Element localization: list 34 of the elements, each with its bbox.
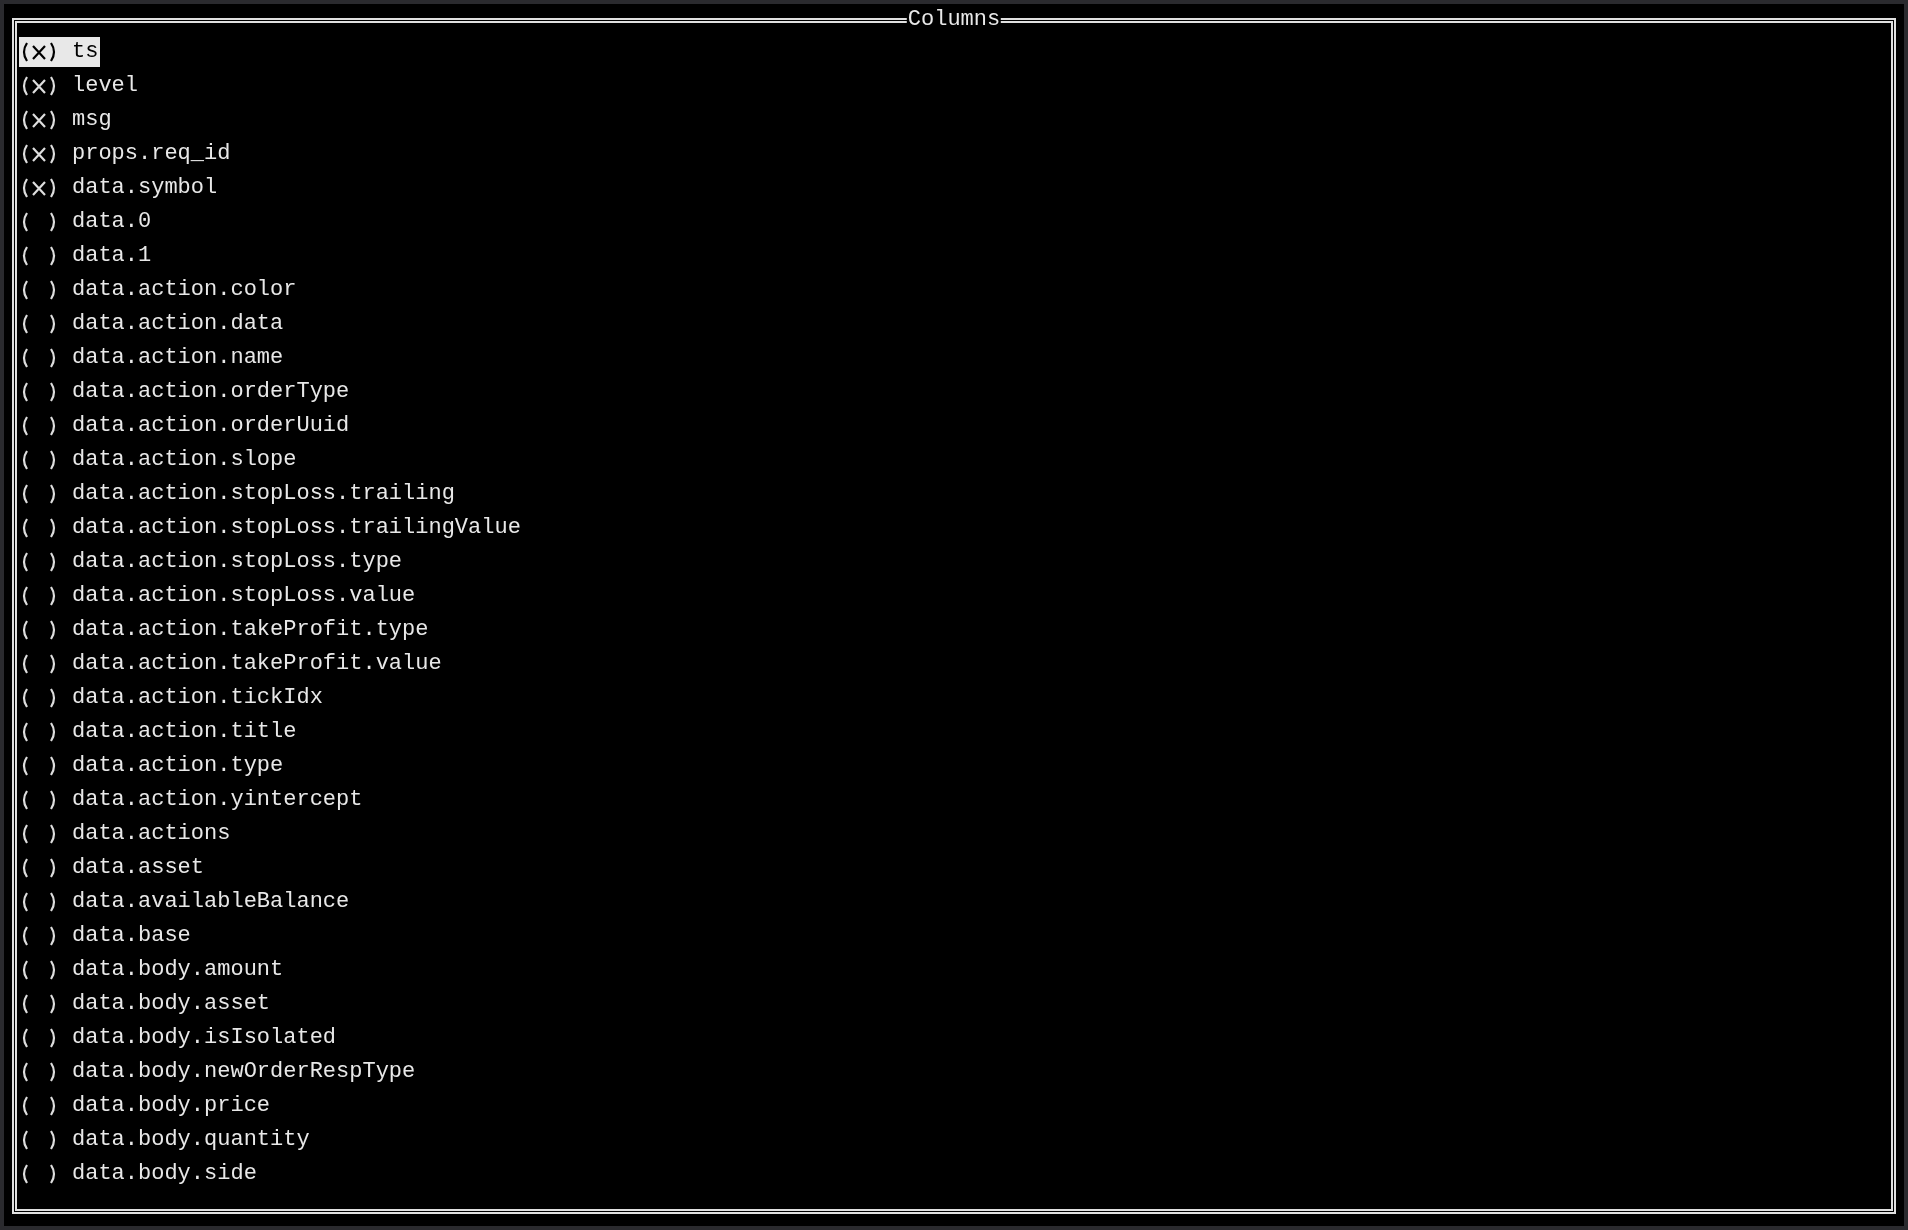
column-option[interactable]: data.availableBalance	[19, 887, 352, 917]
column-option[interactable]: msg	[19, 105, 114, 135]
column-option[interactable]: data.action.takeProfit.value	[19, 649, 444, 679]
column-option[interactable]: data.body.newOrderRespType	[19, 1057, 418, 1087]
column-option[interactable]: data.action.stopLoss.trailing	[19, 479, 457, 509]
column-option[interactable]: data.action.title	[19, 717, 299, 747]
column-option[interactable]: data.action.orderUuid	[19, 411, 352, 441]
column-option[interactable]: data.action.data	[19, 309, 286, 339]
column-option[interactable]: data.body.quantity	[19, 1125, 312, 1155]
column-option[interactable]: data.action.type	[19, 751, 286, 781]
column-option[interactable]: data.action.tickIdx	[19, 683, 325, 713]
column-option[interactable]: data.body.price	[19, 1091, 273, 1121]
column-option[interactable]: ts	[19, 37, 101, 67]
column-option[interactable]: data.0	[19, 207, 154, 237]
column-option[interactable]: data.symbol	[19, 173, 220, 203]
column-option[interactable]: props.req_id	[19, 139, 233, 169]
column-option[interactable]: level	[19, 71, 140, 101]
column-option[interactable]: data.body.side	[19, 1159, 259, 1189]
column-option[interactable]: data.base	[19, 921, 193, 951]
column-option[interactable]: data.actions	[19, 819, 233, 849]
column-option[interactable]: data.1	[19, 241, 154, 271]
column-option[interactable]: data.body.asset	[19, 989, 273, 1019]
column-option[interactable]: data.body.amount	[19, 955, 286, 985]
column-option[interactable]: data.action.orderType	[19, 377, 352, 407]
column-option[interactable]: data.body.isIsolated	[19, 1023, 339, 1053]
column-option[interactable]: data.action.slope	[19, 445, 299, 475]
column-option[interactable]: data.action.color	[19, 275, 299, 305]
column-option[interactable]: data.action.stopLoss.value	[19, 581, 418, 611]
column-option[interactable]: data.asset	[19, 853, 207, 883]
column-option[interactable]: data.action.name	[19, 343, 286, 373]
column-option[interactable]: data.action.stopLoss.trailingValue	[19, 513, 523, 543]
column-option[interactable]: data.action.yintercept	[19, 785, 365, 815]
column-option[interactable]: data.action.stopLoss.type	[19, 547, 405, 577]
column-option[interactable]: data.action.takeProfit.type	[19, 615, 431, 645]
